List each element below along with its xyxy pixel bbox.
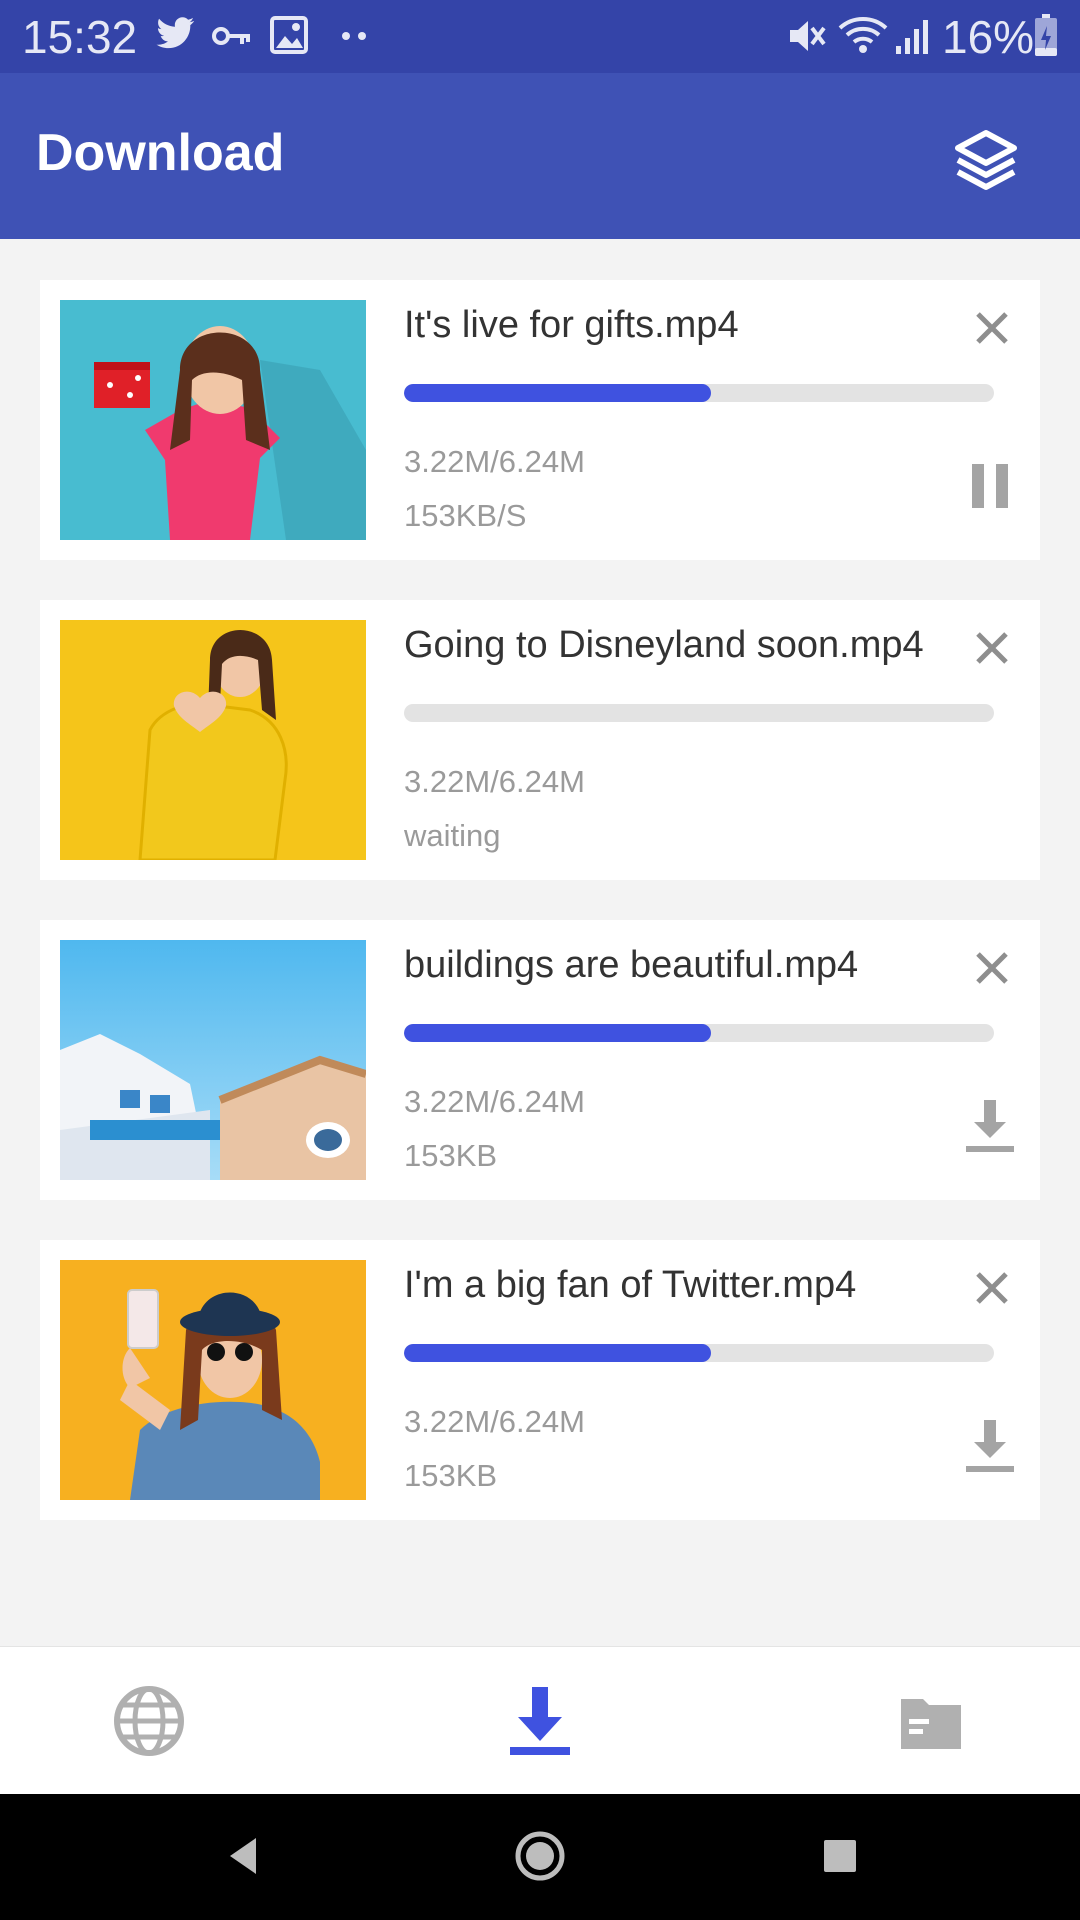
nav-downloads[interactable] bbox=[500, 1681, 580, 1761]
download-progress-bar bbox=[404, 704, 994, 722]
close-icon bbox=[976, 632, 1008, 664]
cancel-download-button[interactable] bbox=[970, 946, 1014, 990]
progress-fill bbox=[404, 1344, 711, 1362]
download-progress-bar bbox=[404, 384, 994, 402]
file-name: buildings are beautiful.mp4 bbox=[404, 944, 859, 986]
bottom-navigation bbox=[0, 1646, 1080, 1795]
mute-icon bbox=[790, 21, 826, 51]
cancel-download-button[interactable] bbox=[970, 1266, 1014, 1310]
file-size: 3.22M/6.24M bbox=[404, 1404, 585, 1439]
twitter-icon bbox=[156, 17, 195, 49]
file-size: 3.22M/6.24M bbox=[404, 444, 585, 479]
video-thumbnail bbox=[60, 940, 366, 1180]
recents-icon[interactable] bbox=[818, 1834, 862, 1878]
browser-globe-icon bbox=[114, 1686, 184, 1756]
video-thumbnail bbox=[60, 620, 366, 860]
home-icon[interactable] bbox=[512, 1828, 568, 1884]
cancel-download-button[interactable] bbox=[970, 626, 1014, 670]
resume-download-button[interactable] bbox=[960, 1096, 1020, 1156]
layers-icon bbox=[955, 130, 1017, 190]
file-name: I'm a big fan of Twitter.mp4 bbox=[404, 1264, 857, 1306]
resume-download-button[interactable] bbox=[960, 1416, 1020, 1476]
download-icon bbox=[966, 1420, 1014, 1472]
file-size: 3.22M/6.24M bbox=[404, 1084, 585, 1119]
file-name: It's live for gifts.mp4 bbox=[404, 304, 739, 346]
download-speed: 153KB/S bbox=[404, 498, 527, 533]
download-item[interactable]: buildings are beautiful.mp4 3.22M/6.24M … bbox=[40, 920, 1040, 1200]
battery-charging-icon bbox=[1035, 14, 1057, 56]
close-icon bbox=[976, 312, 1008, 344]
progress-fill bbox=[404, 384, 711, 402]
download-status: waiting bbox=[404, 818, 501, 853]
downloaded-size: 153KB bbox=[404, 1458, 498, 1493]
app-bar: Download bbox=[0, 73, 1080, 239]
back-icon[interactable] bbox=[220, 1832, 268, 1880]
signal-icon bbox=[896, 20, 928, 54]
image-icon bbox=[270, 16, 308, 54]
close-icon bbox=[976, 1272, 1008, 1304]
nav-files[interactable] bbox=[891, 1681, 971, 1761]
download-progress-bar bbox=[404, 1024, 994, 1042]
file-name: Going to Disneyland soon.mp4 bbox=[404, 624, 924, 666]
folder-icon bbox=[901, 1699, 961, 1749]
wifi-icon bbox=[838, 17, 888, 53]
status-time: 15:32 bbox=[22, 11, 138, 63]
pause-button[interactable] bbox=[960, 456, 1020, 516]
download-progress-bar bbox=[404, 1344, 994, 1362]
video-thumbnail bbox=[60, 300, 366, 540]
file-size: 3.22M/6.24M bbox=[404, 764, 585, 799]
more-dots-icon bbox=[342, 32, 366, 40]
layers-button[interactable] bbox=[948, 123, 1024, 199]
download-icon bbox=[966, 1100, 1014, 1152]
key-icon bbox=[212, 27, 250, 45]
download-item[interactable]: Going to Disneyland soon.mp4 3.22M/6.24M… bbox=[40, 600, 1040, 880]
nav-browser[interactable] bbox=[109, 1681, 189, 1761]
battery-percent: 16% bbox=[942, 11, 1035, 63]
download-item[interactable]: It's live for gifts.mp4 3.22M/6.24M 153K… bbox=[40, 280, 1040, 560]
cancel-download-button[interactable] bbox=[970, 306, 1014, 350]
system-navigation-bar bbox=[0, 1794, 1080, 1920]
page-title: Download bbox=[36, 124, 285, 182]
status-bar: 15:32 16% bbox=[0, 0, 1080, 73]
progress-fill bbox=[404, 1024, 711, 1042]
downloaded-size: 153KB bbox=[404, 1138, 498, 1173]
close-icon bbox=[976, 952, 1008, 984]
downloads-icon bbox=[510, 1687, 570, 1755]
download-item[interactable]: I'm a big fan of Twitter.mp4 3.22M/6.24M… bbox=[40, 1240, 1040, 1520]
video-thumbnail bbox=[60, 1260, 366, 1500]
pause-icon bbox=[972, 464, 1008, 508]
